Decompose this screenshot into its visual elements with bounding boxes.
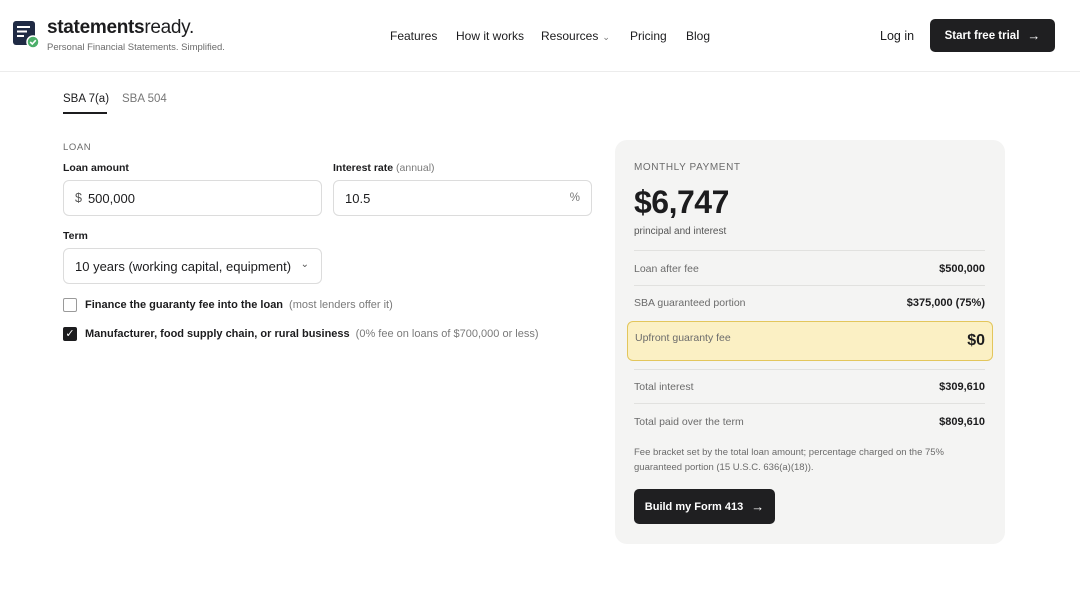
- rural-business-label[interactable]: Manufacturer, food supply chain, or rura…: [85, 328, 539, 340]
- chevron-down-icon: ⌄: [300, 259, 309, 270]
- monthly-payment-amount: $6,747: [634, 184, 729, 220]
- sba-guaranteed-value: $375,000 (75%): [906, 297, 985, 309]
- nav-item-blog[interactable]: Blog: [686, 29, 710, 43]
- total-interest-label: Total interest: [634, 381, 694, 393]
- monthly-payment-title: MONTHLY PAYMENT: [634, 162, 741, 173]
- finance-fee-checkbox[interactable]: [63, 298, 77, 312]
- upfront-fee-label: Upfront guaranty fee: [635, 332, 731, 344]
- nav-item-how-it-works[interactable]: How it works: [456, 29, 524, 43]
- sba-guaranteed-label: SBA guaranteed portion: [634, 297, 746, 309]
- divider: [634, 403, 985, 404]
- rural-business-checkbox[interactable]: ✓: [63, 327, 77, 341]
- upfront-guaranty-fee-row: Upfront guaranty fee $0: [627, 321, 993, 361]
- total-paid-value: $809,610: [939, 416, 985, 428]
- brand-tagline: Personal Financial Statements. Simplifie…: [47, 42, 225, 53]
- document-check-icon[interactable]: [13, 21, 39, 49]
- nav-item-features[interactable]: Features: [390, 29, 437, 43]
- term-value: 10 years (working capital, equipment): [75, 258, 292, 274]
- brand-name[interactable]: statementsready.: [47, 17, 194, 39]
- nav-item-resources[interactable]: Resources ⌄: [541, 29, 610, 43]
- monthly-payment-panel: MONTHLY PAYMENT $6,747 principal and int…: [615, 140, 1005, 544]
- build-form-413-label: Build my Form 413: [644, 500, 744, 513]
- site-header: statementsready. Personal Financial Stat…: [0, 0, 1080, 72]
- start-free-trial-button[interactable]: Start free trial →: [930, 19, 1055, 52]
- term-label: Term: [63, 230, 88, 242]
- divider: [634, 250, 985, 251]
- arrow-right-icon: →: [1027, 28, 1041, 43]
- tab-sba-504[interactable]: SBA 504: [122, 93, 167, 105]
- build-form-413-button[interactable]: Build my Form 413 →: [634, 489, 775, 524]
- section-label-loan: LOAN: [63, 142, 92, 153]
- interest-rate-input[interactable]: 10.5 %: [333, 180, 592, 216]
- dollar-prefix: $: [75, 191, 82, 205]
- finance-fee-label[interactable]: Finance the guaranty fee into the loan (m…: [85, 299, 393, 311]
- interest-rate-value: 10.5: [345, 190, 371, 206]
- term-select[interactable]: 10 years (working capital, equipment) ⌄: [63, 248, 322, 284]
- login-link[interactable]: Log in: [880, 29, 914, 43]
- loan-after-fee-value: $500,000: [939, 263, 985, 275]
- loan-amount-label: Loan amount: [63, 162, 129, 174]
- fee-bracket-note: Fee bracket set by the total loan amount…: [634, 447, 945, 473]
- percent-suffix: %: [569, 192, 580, 204]
- loan-after-fee-label: Loan after fee: [634, 263, 699, 275]
- divider: [634, 369, 985, 370]
- interest-rate-label: Interest rate (annual): [333, 162, 435, 174]
- active-tab-indicator: [63, 112, 107, 114]
- total-paid-label: Total paid over the term: [634, 416, 744, 428]
- arrow-right-icon: →: [751, 499, 765, 514]
- upfront-fee-value: $0: [967, 332, 985, 349]
- loan-amount-input[interactable]: $ 500,000: [63, 180, 322, 216]
- divider: [634, 285, 985, 286]
- nav-item-pricing[interactable]: Pricing: [630, 29, 667, 43]
- start-free-trial-label: Start free trial: [944, 29, 1020, 42]
- chevron-down-icon: ⌄: [602, 32, 610, 42]
- total-interest-value: $309,610: [939, 381, 985, 393]
- loan-amount-value: 500,000: [87, 190, 135, 206]
- tab-sba-7a[interactable]: SBA 7(a): [63, 93, 109, 105]
- checkmark-icon: ✓: [65, 328, 75, 340]
- monthly-payment-subtitle: principal and interest: [634, 226, 727, 237]
